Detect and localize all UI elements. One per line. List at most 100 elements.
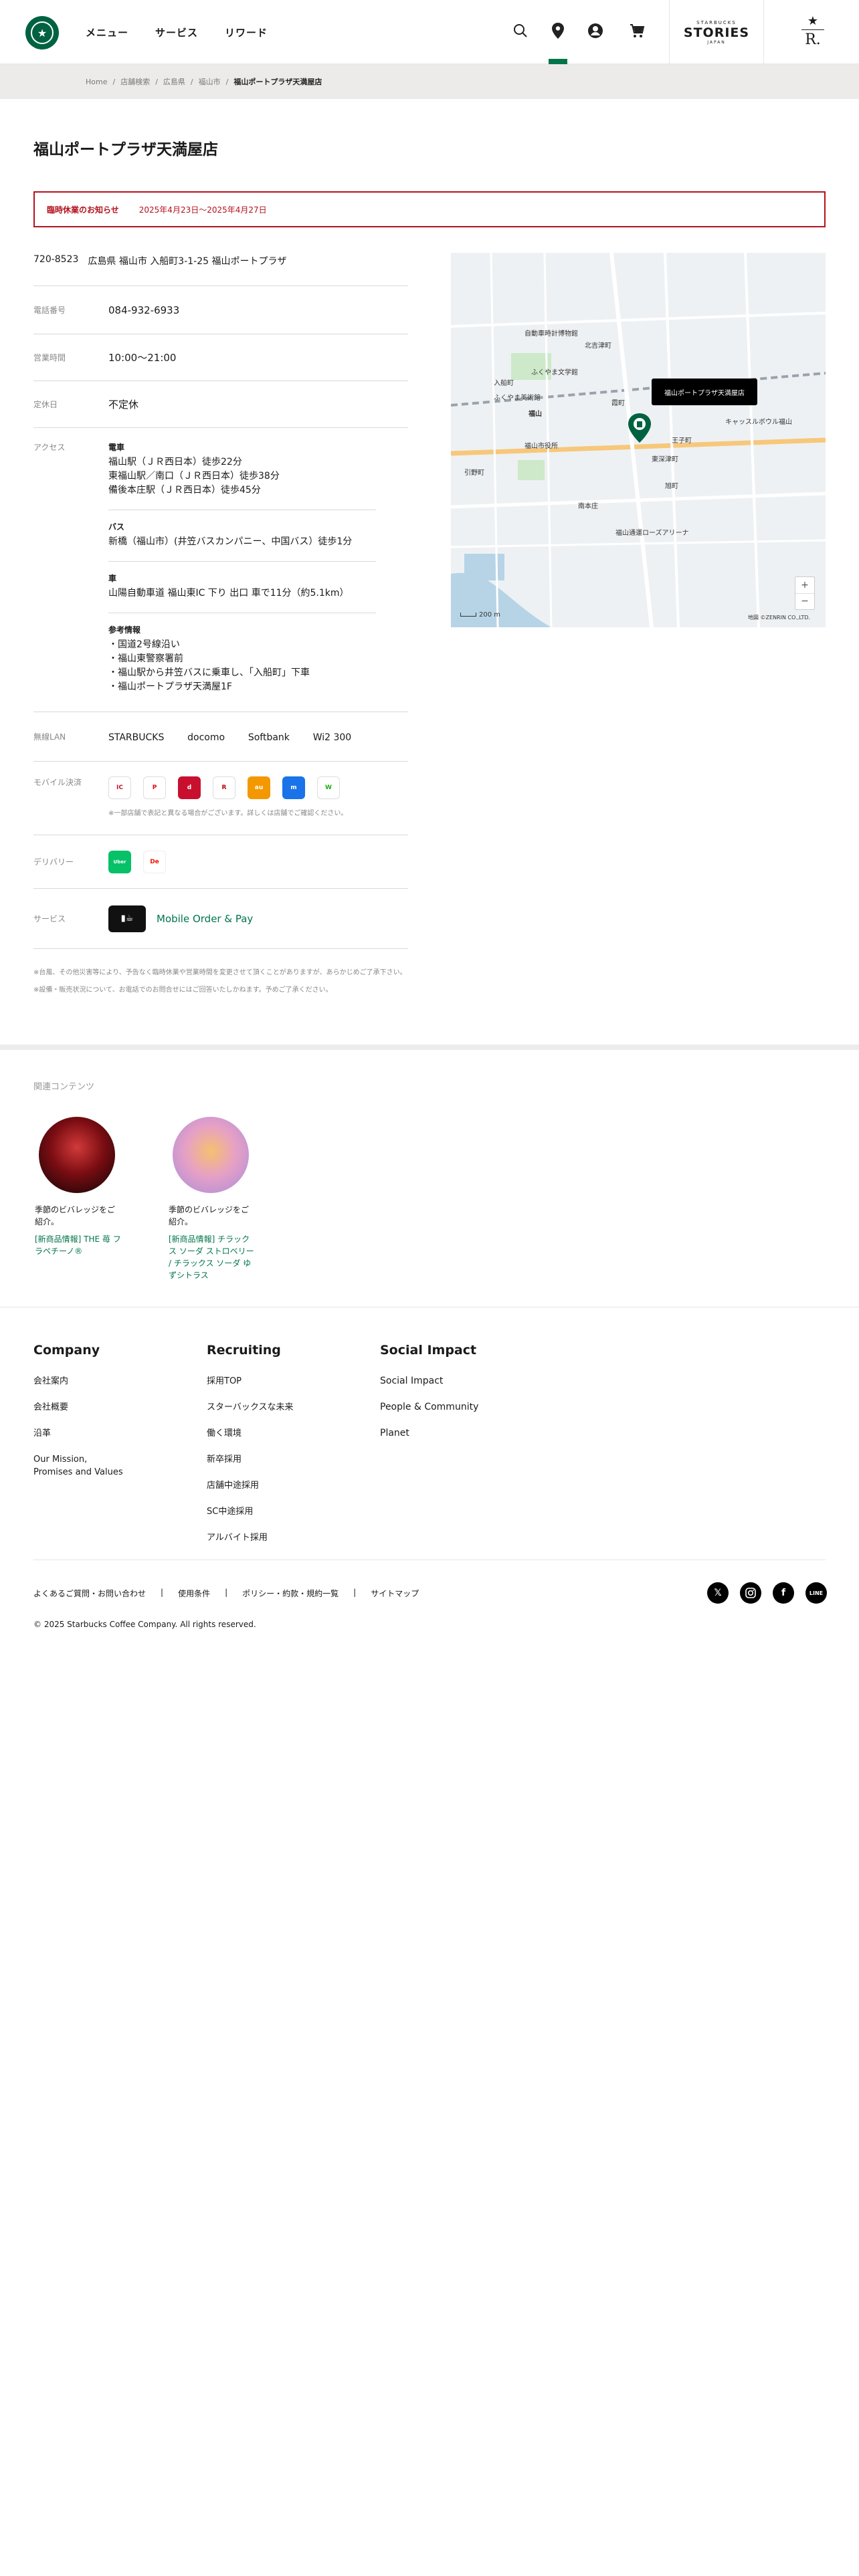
map-label: 北吉津町 (585, 342, 611, 350)
breadcrumb-store-search[interactable]: 店舗検索 (120, 76, 150, 87)
footer-link[interactable]: 店舗中途採用 (207, 1479, 293, 1492)
footer-link[interactable]: スターバックスな未来 (207, 1401, 293, 1414)
footer-link[interactable]: 新卒採用 (207, 1453, 293, 1466)
wifi-docomo: docomo (187, 732, 225, 743)
line-icon[interactable]: LINE (805, 1582, 827, 1604)
footer-legal-links: よくあるご質問・お問い合わせ | 使用条件 | ポリシー・約款・規約一覧 | サイトマ… (33, 1588, 419, 1599)
access-label: アクセス (33, 443, 66, 452)
footer-link[interactable]: 働く環境 (207, 1427, 293, 1440)
nav-service[interactable]: サービス (155, 25, 198, 39)
related-link[interactable]: [新商品情報] チラックス ソーダ ストロベリー / チラックス ソーダ ゆずシ… (169, 1233, 256, 1281)
store-map[interactable]: 自動車時計博物館 ふくやま文学館 入船町 ふくやま美術館 福山市役所 福山 王子… (451, 253, 826, 627)
map-label: 霞町 (611, 400, 625, 407)
bus-heading: バス (108, 522, 125, 532)
breadcrumb-prefecture[interactable]: 広島県 (163, 76, 185, 87)
hours-label: 営業時間 (33, 353, 66, 362)
map-label: 自動車時計博物館 (524, 330, 578, 338)
wifi-softbank: Softbank (248, 732, 290, 743)
instagram-icon[interactable] (740, 1582, 761, 1604)
related-link[interactable]: [新商品情報] THE 苺 フラペチーノ® (35, 1233, 122, 1257)
delivery-list: Uber De (108, 850, 408, 873)
holiday-value: 不定休 (108, 399, 139, 411)
map-tooltip: 福山ポートプラザ天満屋店 (652, 379, 757, 405)
merpay-icon: m (282, 776, 305, 799)
related-card[interactable]: 季節のビバレッジをご紹介。 [新商品情報] THE 苺 フラペチーノ® (35, 1117, 122, 1257)
facebook-icon[interactable]: f (773, 1582, 794, 1604)
footer-social-impact: Social Impact Social Impact People & Com… (380, 1343, 478, 1453)
breadcrumb-sep: / (190, 77, 193, 86)
footer-company: Company 会社案内 会社概要 沿革 Our Mission, Promis… (33, 1343, 140, 1492)
hours-value: 10:00〜21:00 (108, 352, 177, 364)
search-icon[interactable] (510, 20, 531, 41)
access-car: 車 山陽自動車道 福山東IC 下り 出口 車で11分（約5.1km） (108, 561, 376, 613)
zoom-in-icon[interactable]: + (795, 577, 814, 593)
reference-line: ・福山ポートプラザ天満屋1F (108, 681, 232, 692)
x-twitter-icon[interactable]: 𝕏 (707, 1582, 729, 1604)
footer-link[interactable]: People & Community (380, 1401, 478, 1414)
footer-link[interactable]: 沿革 (33, 1427, 140, 1440)
access-train: 電車 福山駅（ＪＲ西日本）徒歩22分 東福山駅／南口（ＪＲ西日本）徒歩38分 備… (108, 441, 376, 510)
train-line: 東福山駅／南口（ＪＲ西日本）徒歩38分 (108, 471, 280, 481)
link-separator: | (353, 1588, 357, 1597)
footnote: ※台風、その他災害等により、予告なく臨時休業や営業時間を変更させて頂くことがあり… (33, 969, 407, 976)
sitemap-link[interactable]: サイトマップ (371, 1588, 419, 1599)
footer-link[interactable]: Our Mission, Promises and Values (33, 1453, 140, 1479)
reference-line: ・福山駅から井笠バスに乗車し、「入船町」下車 (108, 667, 310, 678)
reserve-link[interactable]: ★ R. (796, 15, 830, 51)
breadcrumb-current: 福山ポートプラザ天満屋店 (233, 78, 322, 86)
account-icon[interactable] (585, 20, 606, 41)
policy-link[interactable]: ポリシー・約款・規約一覧 (242, 1588, 339, 1599)
postal-code: 720-8523 (33, 254, 79, 265)
page-title: 福山ポートプラザ天満屋店 (33, 141, 218, 158)
demae-can-icon: De (143, 850, 166, 873)
wifi-starbucks: STARBUCKS (108, 732, 165, 743)
zoom-out-icon[interactable]: − (795, 593, 814, 609)
ic-card-icon: IC (108, 776, 131, 799)
related-card[interactable]: 季節のビバレッジをご紹介。 [新商品情報] チラックス ソーダ ストロベリー /… (169, 1117, 256, 1281)
store-locator-icon[interactable] (547, 20, 569, 41)
store-pin-icon[interactable] (626, 412, 653, 444)
footer-link[interactable]: アルバイト採用 (207, 1531, 293, 1544)
address: 広島県 福山市 入船町3-1-25 福山ポートプラザ (88, 256, 287, 267)
footer-link[interactable]: 採用TOP (207, 1375, 293, 1388)
delivery-row: デリバリー Uber De (33, 835, 408, 889)
notice-dates: 2025年4月23日〜2025年4月27日 (138, 205, 267, 215)
cart-icon[interactable] (626, 20, 648, 41)
terms-link[interactable]: 使用条件 (178, 1588, 210, 1599)
breadcrumb-sep: / (225, 77, 229, 86)
stories-link[interactable]: STARBUCKS STORIES JAPAN (669, 0, 764, 64)
footer-link[interactable]: 会社概要 (33, 1401, 140, 1414)
breadcrumb-home[interactable]: Home (86, 78, 107, 86)
nav-rewards[interactable]: リワード (225, 25, 268, 39)
store-info: 720-8523 広島県 福山市 入船町3-1-25 福山ポートプラザ 電話番号… (33, 251, 408, 949)
footer-link[interactable]: Planet (380, 1427, 478, 1440)
reserve-letter: R. (805, 31, 821, 48)
holiday-row: 定休日 不定休 (33, 381, 408, 428)
footnotes: ※台風、その他災害等により、予告なく臨時休業や営業時間を変更させて頂くことがあり… (33, 967, 408, 996)
access-reference: 参考情報 ・国道2号線沿い ・福山東警察署前 ・福山駅から井笠バスに乗車し、「入… (108, 613, 376, 706)
starbucks-logo[interactable]: ★ (25, 16, 59, 49)
breadcrumb-city[interactable]: 福山市 (199, 76, 221, 87)
footer-heading: Company (33, 1343, 100, 1358)
footer-link[interactable]: Social Impact (380, 1375, 478, 1388)
footer-link[interactable]: 会社案内 (33, 1375, 140, 1388)
reference-line: ・国道2号線沿い (108, 639, 180, 650)
copyright: © 2025 Starbucks Coffee Company. All rig… (33, 1620, 256, 1629)
train-line: 備後本庄駅（ＪＲ西日本）徒歩45分 (108, 485, 261, 496)
scale-bar-icon (460, 613, 476, 617)
service-label: サービス (33, 914, 66, 924)
related-thumbnail[interactable] (173, 1117, 249, 1193)
faq-link[interactable]: よくあるご質問・お問い合わせ (33, 1588, 146, 1599)
notice-title: 臨時休業のお知らせ (47, 205, 119, 215)
footer-recruiting: Recruiting 採用TOP スターバックスな未来 働く環境 新卒採用 店舗… (207, 1343, 293, 1558)
map-zoom-control[interactable]: + − (795, 576, 815, 610)
breadcrumb-sep: / (155, 77, 158, 86)
mobile-order-service[interactable]: ▮☕ Mobile Order & Pay (108, 905, 408, 932)
footer-link[interactable]: SC中途採用 (207, 1505, 293, 1518)
phone-number[interactable]: 084-932-6933 (108, 304, 408, 316)
related-thumbnail[interactable] (39, 1117, 115, 1193)
wechat-pay-icon: W (317, 776, 340, 799)
map-label: 福山 (529, 411, 542, 418)
nav-menu[interactable]: メニュー (86, 25, 128, 39)
mobile-pay-list: IC P d R au m W ※一部店舗で表記と異なる場合がございます。詳しく… (108, 776, 408, 835)
